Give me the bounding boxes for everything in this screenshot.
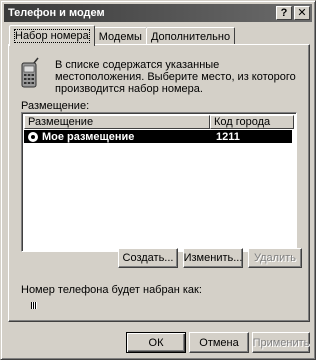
- phone-modem-dialog: Телефон и модем ? ✕ Набор номера Модемы …: [0, 0, 316, 360]
- locations-label: Размещение:: [21, 100, 90, 112]
- dialing-rules-panel: В списке содержатся указанные местополож…: [8, 44, 310, 322]
- selected-radio-icon: [28, 131, 38, 142]
- window-title: Телефон и модем: [8, 7, 105, 19]
- tab-advanced-label: Дополнительно: [150, 30, 231, 43]
- tab-dialing[interactable]: Набор номера: [9, 25, 95, 46]
- list-header: Размещение Код города: [24, 115, 294, 129]
- location-name: Мое размещение: [42, 130, 135, 143]
- tab-modems-label: Модемы: [98, 30, 142, 43]
- tab-dialing-label: Набор номера: [14, 29, 90, 43]
- help-button[interactable]: ?: [276, 6, 292, 20]
- phone-icon: [21, 57, 39, 88]
- close-button[interactable]: ✕: [294, 6, 310, 20]
- tab-strip: Набор номера Модемы Дополнительно: [9, 25, 236, 46]
- apply-button[interactable]: Применить: [252, 332, 310, 353]
- tab-modems[interactable]: Модемы: [93, 27, 147, 45]
- create-button[interactable]: Создать...: [118, 248, 178, 268]
- column-header-location[interactable]: Размещение: [24, 115, 210, 129]
- info-text: В списке содержатся указанные местополож…: [55, 59, 296, 95]
- dial-preview: [31, 302, 37, 309]
- location-area-code: 1211: [216, 130, 240, 143]
- title-bar: Телефон и модем ? ✕: [4, 4, 312, 22]
- location-row[interactable]: Мое размещение 1211: [24, 130, 292, 143]
- tab-advanced[interactable]: Дополнительно: [145, 27, 236, 45]
- ok-button[interactable]: ОК: [126, 332, 186, 353]
- column-header-area-code[interactable]: Код города: [210, 115, 294, 129]
- edit-button[interactable]: Изменить...: [183, 248, 243, 268]
- cancel-button[interactable]: Отмена: [189, 332, 249, 353]
- delete-button[interactable]: Удалить: [248, 248, 302, 268]
- dial-as-label: Номер телефона будет набран как:: [21, 284, 202, 296]
- locations-list[interactable]: Размещение Код города Мое размещение 121…: [21, 112, 297, 252]
